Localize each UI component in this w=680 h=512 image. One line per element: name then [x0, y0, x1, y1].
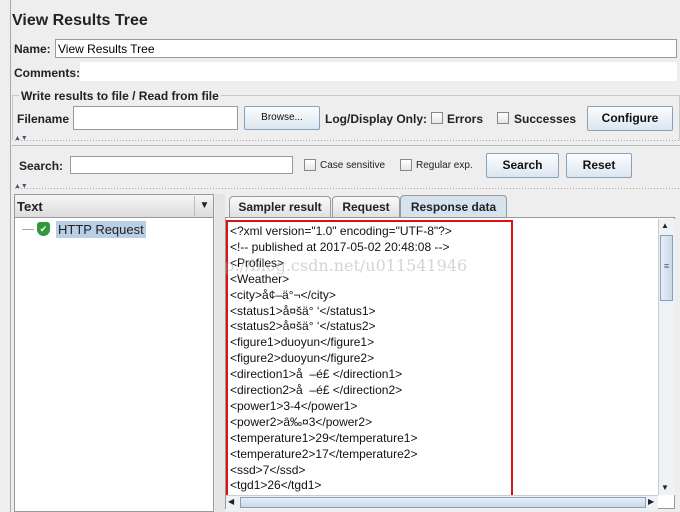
result-tree-panel: [14, 194, 214, 512]
response-text-area[interactable]: <?xml version="1.0" encoding="UTF-8"?> <!…: [225, 217, 675, 509]
search-label: Search:: [19, 159, 64, 173]
errors-label: Errors: [447, 112, 484, 126]
name-input[interactable]: [55, 39, 677, 58]
case-sensitive-label: Case sensitive: [320, 160, 386, 171]
renderer-select-value: Text: [17, 199, 43, 214]
tab-label: Response data: [410, 200, 497, 214]
tab-label: Sampler result: [238, 200, 322, 214]
scroll-left-icon[interactable]: ◀: [228, 497, 234, 506]
log-display-label: Log/Display Only:: [325, 112, 428, 126]
tab-sampler-result[interactable]: Sampler result: [229, 196, 331, 217]
filename-input[interactable]: [73, 106, 238, 130]
scroll-up-icon[interactable]: ▲: [661, 221, 669, 230]
tab-request[interactable]: Request: [332, 196, 400, 217]
file-legend: Write results to file / Read from file: [19, 89, 221, 103]
splitter-middle[interactable]: [14, 187, 680, 191]
scrollbar-thumb[interactable]: [240, 497, 646, 508]
filename-label: Filename: [17, 112, 70, 126]
tree-item-http-request[interactable]: HTTP Request: [56, 221, 146, 238]
comments-label: Comments:: [14, 66, 81, 80]
successes-checkbox[interactable]: [497, 112, 509, 124]
page-title: View Results Tree: [12, 12, 148, 29]
comments-input[interactable]: [80, 62, 677, 81]
errors-checkbox[interactable]: [431, 112, 443, 124]
scrollbar-thumb[interactable]: ≡: [660, 235, 673, 301]
search-input[interactable]: [70, 156, 293, 174]
horizontal-scrollbar[interactable]: ◀ ▶: [226, 495, 658, 510]
chevron-down-icon[interactable]: ▼: [194, 196, 214, 216]
vertical-scrollbar[interactable]: ▲ ≡ ▼: [658, 219, 675, 495]
reset-button[interactable]: Reset: [566, 153, 632, 178]
watermark: http://blog.csdn.net/u011541946: [225, 256, 468, 275]
configure-button[interactable]: Configure: [587, 106, 673, 131]
browse-button[interactable]: Browse...: [244, 106, 320, 130]
search-button[interactable]: Search: [486, 153, 559, 178]
collapse-arrows-icon[interactable]: ▲▼: [14, 183, 28, 190]
name-label: Name:: [14, 42, 51, 56]
successes-label: Successes: [514, 112, 577, 126]
tree-connector: [22, 229, 34, 230]
scroll-down-icon[interactable]: ▼: [661, 483, 669, 492]
splitter-top[interactable]: [14, 139, 680, 143]
tab-response-data[interactable]: Response data: [400, 195, 507, 218]
tab-label: Request: [342, 200, 390, 214]
case-sensitive-checkbox[interactable]: [304, 159, 316, 171]
regex-checkbox[interactable]: [400, 159, 412, 171]
renderer-select[interactable]: [15, 195, 213, 218]
success-shield-icon: ✔: [37, 222, 50, 236]
collapse-arrows-icon[interactable]: ▲▼: [14, 135, 28, 142]
scroll-right-icon[interactable]: ▶: [648, 497, 654, 506]
regex-label: Regular exp.: [416, 160, 473, 171]
vertical-splitter[interactable]: [215, 194, 225, 512]
